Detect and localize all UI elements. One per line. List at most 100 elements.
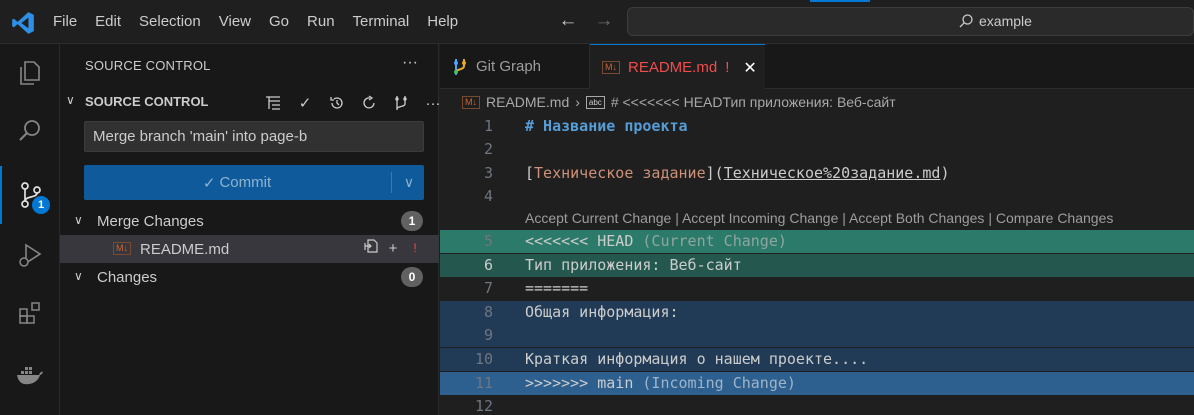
- menu-help[interactable]: Help: [418, 0, 467, 44]
- file-actions: + !: [362, 238, 424, 258]
- open-file-icon[interactable]: [362, 238, 380, 258]
- change-note: (Incoming Change): [633, 374, 796, 392]
- menu-bar: File Edit Selection View Go Run Terminal…: [44, 0, 467, 44]
- menu-run[interactable]: Run: [298, 0, 344, 44]
- merge-changes-label: Merge Changes: [97, 213, 204, 230]
- menu-selection[interactable]: Selection: [130, 0, 210, 44]
- merge-changes-group[interactable]: ∨ Merge Changes 1: [60, 207, 439, 235]
- chevron-right-icon: ›: [575, 94, 580, 110]
- chevron-down-icon: ∨: [74, 269, 83, 283]
- commit-button-label[interactable]: ✓ Commit: [84, 165, 390, 200]
- source-control-badge: 1: [32, 196, 50, 214]
- link-text: (: [714, 164, 724, 182]
- sidebar-title: SOURCE CONTROL: [85, 58, 211, 73]
- editor-line: 11 >>>>>>> main (Incoming Change): [440, 372, 1194, 395]
- line-text: <<<<<<< HEAD (Current Change): [525, 232, 787, 250]
- markdown-file-icon: M↓: [113, 242, 131, 255]
- change-note: (Current Change): [633, 232, 787, 250]
- search-icon[interactable]: [0, 102, 60, 160]
- editor-line: 6 Тип приложения: Веб-сайт: [440, 254, 1194, 277]
- chevron-down-icon: ∨: [66, 93, 75, 107]
- chevron-down-icon[interactable]: ∨: [394, 165, 424, 200]
- breadcrumb-file[interactable]: README.md: [486, 94, 569, 110]
- tab-git-graph[interactable]: Git Graph: [440, 44, 590, 89]
- tab-readme[interactable]: M↓ README.md ! ✕: [590, 44, 765, 90]
- conflict-status: !: [725, 59, 730, 76]
- menu-edit[interactable]: Edit: [86, 0, 130, 44]
- changes-group[interactable]: ∨ Changes 0: [60, 263, 439, 291]
- link-text: ): [940, 164, 950, 182]
- line-text: =======: [525, 279, 589, 297]
- history-icon[interactable]: [324, 92, 350, 114]
- changes-count: 0: [401, 267, 423, 287]
- commit-button[interactable]: ✓ Commit ∨: [84, 165, 424, 200]
- menu-file[interactable]: File: [44, 0, 86, 44]
- chevron-down-icon: ∨: [74, 213, 83, 227]
- menu-go[interactable]: Go: [260, 0, 298, 44]
- codelens-actions[interactable]: Accept Current Change | Accept Incoming …: [525, 210, 1113, 226]
- source-control-icon[interactable]: 1: [0, 166, 60, 224]
- line-text: # Название проекта: [525, 117, 688, 135]
- list-item[interactable]: M↓ README.md + !: [60, 235, 439, 263]
- editor-tabs: Git Graph M↓ README.md ! ✕: [440, 44, 1194, 90]
- commit-button-separator: [391, 172, 392, 193]
- source-control-section-header[interactable]: ∨ SOURCE CONTROL ✓ ···: [60, 89, 441, 115]
- commit-message-input[interactable]: Merge branch 'main' into page-b: [84, 121, 424, 152]
- tab-label: README.md: [628, 59, 718, 76]
- git-graph-icon: [454, 58, 466, 75]
- string-symbol-icon: abc: [585, 95, 605, 109]
- vscode-logo-icon: [12, 12, 34, 34]
- breadcrumb: M↓ README.md › abc # <<<<<<< HEADТип при…: [440, 89, 1194, 115]
- view-as-tree-icon[interactable]: [260, 92, 286, 114]
- close-icon[interactable]: ✕: [743, 58, 756, 78]
- docker-icon[interactable]: [0, 346, 60, 404]
- editor-line: 12: [440, 395, 1194, 415]
- command-center-search[interactable]: example: [627, 7, 1194, 36]
- check-icon: ✓: [202, 174, 216, 192]
- line-number: 1: [483, 117, 493, 135]
- commit-check-icon[interactable]: ✓: [292, 92, 318, 114]
- commit-label-text: Commit: [219, 174, 272, 191]
- conflict-marker: >>>>>>> main: [525, 374, 634, 392]
- back-arrow-icon[interactable]: ←: [556, 10, 580, 34]
- line-number: 4: [483, 187, 493, 205]
- editor-line: 2: [440, 138, 1194, 161]
- code-editor[interactable]: 1 # Название проекта 2 3 [Техническое за…: [440, 115, 1194, 415]
- line-text: >>>>>>> main (Incoming Change): [525, 374, 796, 392]
- line-number: 2: [483, 140, 493, 158]
- tab-label: Git Graph: [476, 58, 542, 75]
- git-graph-icon[interactable]: [388, 92, 414, 114]
- markdown-file-icon: M↓: [602, 61, 620, 74]
- search-icon: [959, 14, 973, 28]
- menu-terminal[interactable]: Terminal: [344, 0, 419, 44]
- run-debug-icon[interactable]: [0, 226, 60, 284]
- section-label: SOURCE CONTROL: [85, 94, 209, 109]
- link-url[interactable]: Техническое%20задание.md: [724, 164, 941, 182]
- navigation-arrows: ← →: [556, 10, 616, 34]
- line-number: 6: [483, 256, 493, 274]
- search-text: example: [979, 13, 1032, 29]
- link-text: [: [525, 164, 535, 182]
- more-actions-icon[interactable]: ···: [402, 54, 418, 72]
- merge-changes-count: 1: [401, 211, 423, 231]
- breadcrumb-symbol[interactable]: # <<<<<<< HEADТип приложения: Веб-сайт: [611, 94, 896, 110]
- line-number: 11: [474, 374, 493, 392]
- conflict-status: !: [413, 241, 417, 255]
- section-toolbar: ✓ ···: [260, 92, 446, 114]
- merge-codelens[interactable]: Accept Current Change | Accept Incoming …: [440, 209, 1194, 232]
- file-name: README.md: [140, 241, 230, 258]
- forward-arrow-icon[interactable]: →: [592, 10, 616, 34]
- menu-view[interactable]: View: [210, 0, 260, 44]
- editor-line: 1 # Название проекта: [440, 115, 1194, 138]
- refresh-icon[interactable]: [356, 92, 382, 114]
- stage-changes-icon[interactable]: +: [384, 240, 402, 257]
- explorer-icon[interactable]: [0, 44, 60, 102]
- changes-label: Changes: [97, 269, 158, 286]
- editor-line: 4: [440, 185, 1194, 208]
- line-number: 8: [483, 303, 493, 321]
- link-text: ]: [705, 164, 715, 182]
- extensions-icon[interactable]: [0, 284, 60, 342]
- line-text: Краткая информация о нашем проекте....: [525, 350, 869, 368]
- editor-line: 5 <<<<<<< HEAD (Current Change): [440, 230, 1194, 253]
- activity-bar: 1: [0, 44, 60, 415]
